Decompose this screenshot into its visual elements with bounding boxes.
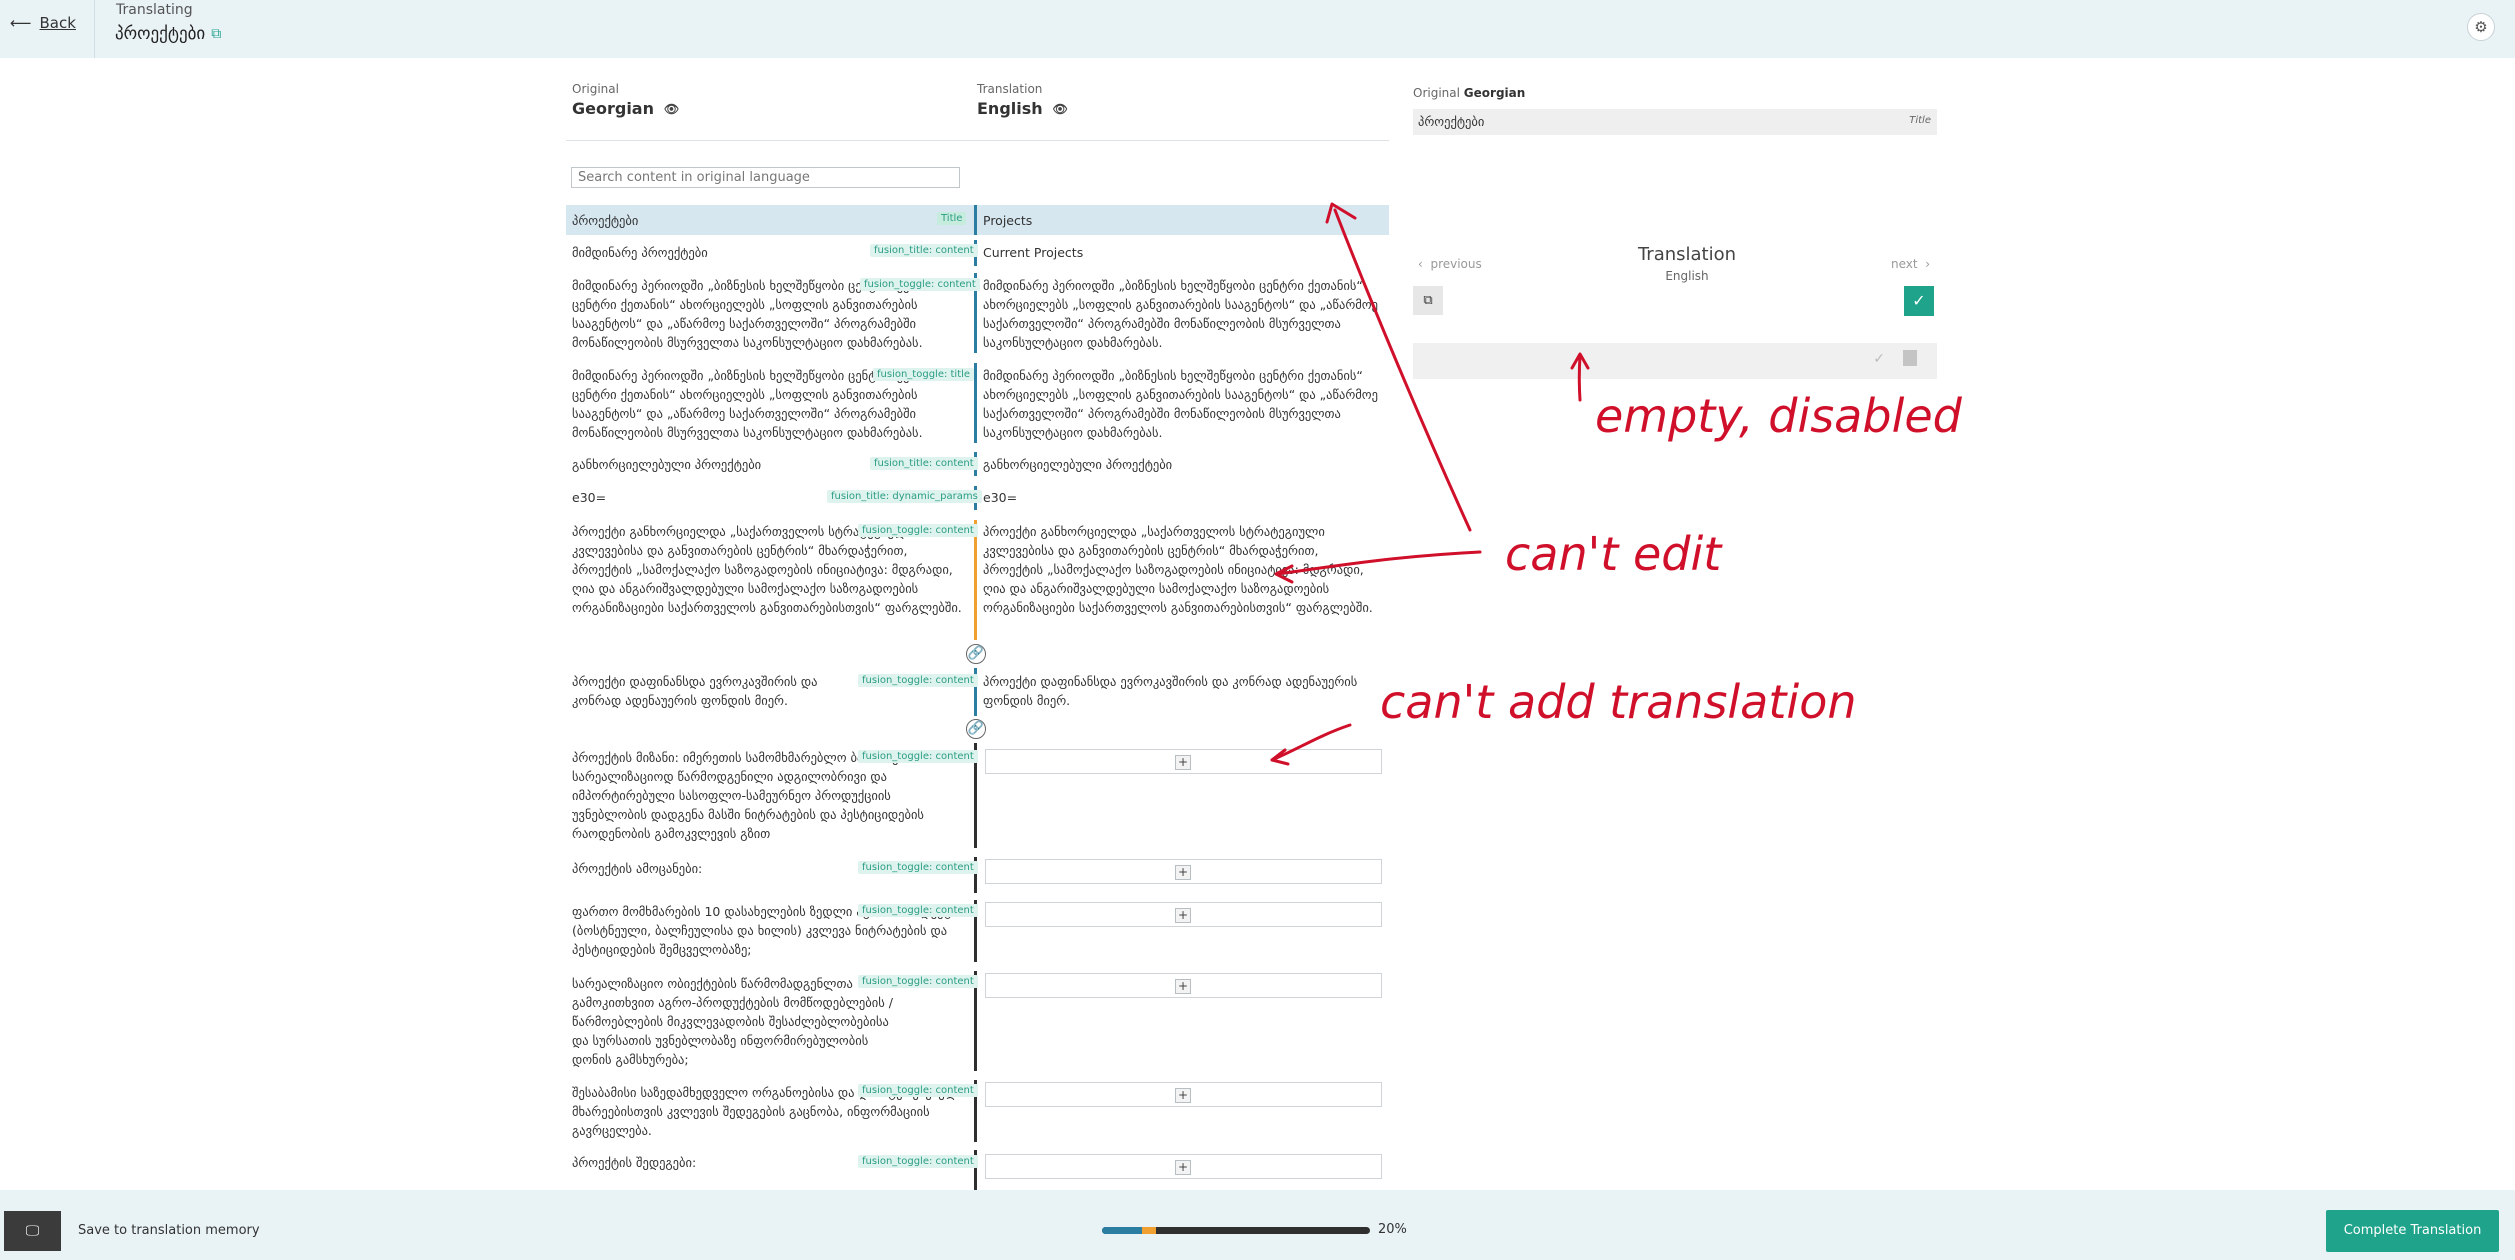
back-label: Back bbox=[39, 14, 76, 32]
original-cell: განხორციელებული პროექტები bbox=[572, 457, 762, 472]
translation-caption: Translation bbox=[977, 82, 1043, 96]
bottom-bar: 🖵 Save to translation memory 20% Complet… bbox=[0, 1190, 2515, 1260]
eye-icon[interactable]: 👁 bbox=[1053, 102, 1068, 116]
translation-cell[interactable]: პროექტი განხორციელდა „საქართველოს სტრატე… bbox=[983, 522, 1378, 617]
translation-cell[interactable]: Projects bbox=[983, 211, 1032, 230]
annotation-cant-add: can't add translation bbox=[1380, 675, 1857, 729]
original-cell: პროექტის ამოცანები: bbox=[572, 861, 703, 876]
progress-percent: 20% bbox=[1378, 1222, 1407, 1237]
translation-add-box[interactable]: + bbox=[985, 749, 1382, 774]
section-label: Translating bbox=[116, 2, 193, 18]
row-status-bar bbox=[974, 363, 977, 443]
memory-icon: 🖵 bbox=[25, 1223, 40, 1239]
translation-language: English 👁 bbox=[977, 99, 1068, 118]
row-tag: fusion_title: content bbox=[870, 244, 978, 257]
row-tag: fusion_toggle: content bbox=[860, 278, 980, 291]
annotation-cant-edit: can't edit bbox=[1505, 527, 1723, 581]
side-original-text-box: პროექტები Title bbox=[1413, 109, 1937, 135]
row-tag: fusion_toggle: content bbox=[858, 524, 978, 537]
side-original-language: Georgian bbox=[1463, 86, 1526, 100]
plus-icon[interactable]: + bbox=[1175, 1088, 1191, 1103]
progress-translated bbox=[1102, 1227, 1142, 1234]
arrow-left-icon: ⟵ bbox=[10, 14, 32, 32]
translation-add-box[interactable]: + bbox=[985, 859, 1382, 884]
memory-label: Save to translation memory bbox=[78, 1223, 260, 1238]
next-button[interactable]: next › bbox=[1891, 257, 1930, 271]
translation-add-box[interactable]: + bbox=[985, 1154, 1382, 1179]
plus-icon[interactable]: + bbox=[1175, 755, 1191, 770]
original-cell: პროექტი დაფინანსდა ევროკავშირის და კონრა… bbox=[572, 674, 818, 708]
row-status-bar bbox=[974, 205, 977, 235]
plus-icon[interactable]: + bbox=[1175, 908, 1191, 923]
row-tag: fusion_toggle: title bbox=[873, 368, 975, 381]
previous-label: previous bbox=[1430, 257, 1482, 271]
translation-add-box[interactable]: + bbox=[985, 973, 1382, 998]
translation-add-box[interactable]: + bbox=[985, 1082, 1382, 1107]
translation-cell[interactable]: მიმდინარე პერიოდში „ბიზნესის ხელშეწყობი … bbox=[983, 276, 1378, 352]
row-tag: fusion_title: dynamic_params bbox=[827, 490, 982, 503]
original-cell: პროექტის შედეგები: bbox=[572, 1155, 697, 1170]
copy-original-icon[interactable]: ⧉ bbox=[1413, 286, 1443, 315]
side-original-caption-text: Original bbox=[1413, 86, 1460, 100]
eye-icon[interactable]: 👁 bbox=[664, 102, 679, 116]
spellcheck-icon: ✓ bbox=[1873, 351, 1885, 367]
translation-cell[interactable]: Current Projects bbox=[983, 243, 1378, 262]
side-original-text: პროექტები bbox=[1418, 114, 1485, 129]
original-language-label: Georgian bbox=[572, 99, 654, 118]
row-tag: fusion_title: content bbox=[870, 457, 978, 470]
table-row-title[interactable] bbox=[566, 205, 1389, 235]
row-tag: fusion_toggle: content bbox=[858, 1155, 978, 1168]
translation-editor-disabled: ✓ bbox=[1413, 343, 1937, 379]
row-tag: fusion_toggle: content bbox=[858, 1084, 978, 1097]
translation-cell[interactable]: პროექტი დაფინანსდა ევროკავშირის და კონრა… bbox=[983, 672, 1378, 710]
side-original-caption: Original Georgian bbox=[1413, 86, 1525, 100]
search-input[interactable] bbox=[571, 167, 960, 188]
back-link[interactable]: ⟵ Back bbox=[10, 14, 76, 32]
progress-bar bbox=[1102, 1227, 1370, 1234]
link-icon[interactable]: 🔗 bbox=[966, 644, 986, 664]
original-cell: e30= bbox=[572, 490, 607, 505]
previous-button[interactable]: ‹ previous bbox=[1418, 257, 1482, 271]
row-tag: fusion_toggle: content bbox=[858, 904, 978, 917]
external-link-icon[interactable]: ⧉ bbox=[211, 26, 221, 42]
gear-icon[interactable]: ⚙ bbox=[2467, 13, 2495, 41]
translation-memory-button[interactable]: 🖵 bbox=[4, 1211, 61, 1251]
original-language: Georgian 👁 bbox=[572, 99, 679, 118]
complete-translation-button[interactable]: Complete Translation bbox=[2326, 1210, 2499, 1252]
side-original-tag: Title bbox=[1909, 115, 1931, 126]
confirm-check-button[interactable]: ✓ bbox=[1904, 286, 1934, 316]
link-icon[interactable]: 🔗 bbox=[966, 719, 986, 739]
translation-cell[interactable]: e30= bbox=[983, 488, 1017, 507]
row-status-bar bbox=[974, 520, 977, 640]
row-tag: fusion_toggle: content bbox=[858, 861, 978, 874]
original-cell: პროექტები bbox=[572, 213, 639, 228]
translation-cell[interactable]: განხორციელებული პროექტები bbox=[983, 455, 1378, 474]
glossary-icon bbox=[1903, 350, 1917, 366]
original-cell: მიმდინარე პროექტები bbox=[572, 245, 708, 260]
divider bbox=[94, 0, 95, 58]
row-tag: fusion_toggle: content bbox=[858, 750, 978, 763]
plus-icon[interactable]: + bbox=[1175, 1160, 1191, 1175]
chevron-right-icon: › bbox=[1925, 257, 1931, 271]
project-name[interactable]: პროექტები ⧉ bbox=[115, 24, 221, 44]
project-name-text: პროექტები bbox=[115, 24, 206, 44]
top-bar: ⟵ Back Translating პროექტები ⧉ ⚙ bbox=[0, 0, 2515, 58]
divider bbox=[566, 140, 1389, 141]
side-subtitle: English bbox=[1665, 269, 1709, 283]
row-tag: fusion_toggle: content bbox=[858, 674, 978, 687]
translation-language-label: English bbox=[977, 99, 1043, 118]
next-label: next bbox=[1891, 257, 1918, 271]
annotation-empty-disabled: empty, disabled bbox=[1595, 389, 1963, 443]
progress-warning bbox=[1142, 1227, 1156, 1234]
side-title: Translation bbox=[1637, 244, 1737, 265]
translation-cell[interactable]: მიმდინარე პერიოდში „ბიზნესის ხელშეწყობი … bbox=[983, 366, 1378, 442]
row-tag: fusion_toggle: content bbox=[858, 975, 978, 988]
chevron-left-icon: ‹ bbox=[1418, 257, 1423, 271]
plus-icon[interactable]: + bbox=[1175, 979, 1191, 994]
plus-icon[interactable]: + bbox=[1175, 865, 1191, 880]
translation-add-box[interactable]: + bbox=[985, 902, 1382, 927]
row-tag: Title bbox=[937, 212, 967, 225]
original-caption: Original bbox=[572, 82, 619, 96]
original-cell: სარეალიზაციო ობიექტების წარმომადგენლთა გ… bbox=[572, 976, 893, 1067]
